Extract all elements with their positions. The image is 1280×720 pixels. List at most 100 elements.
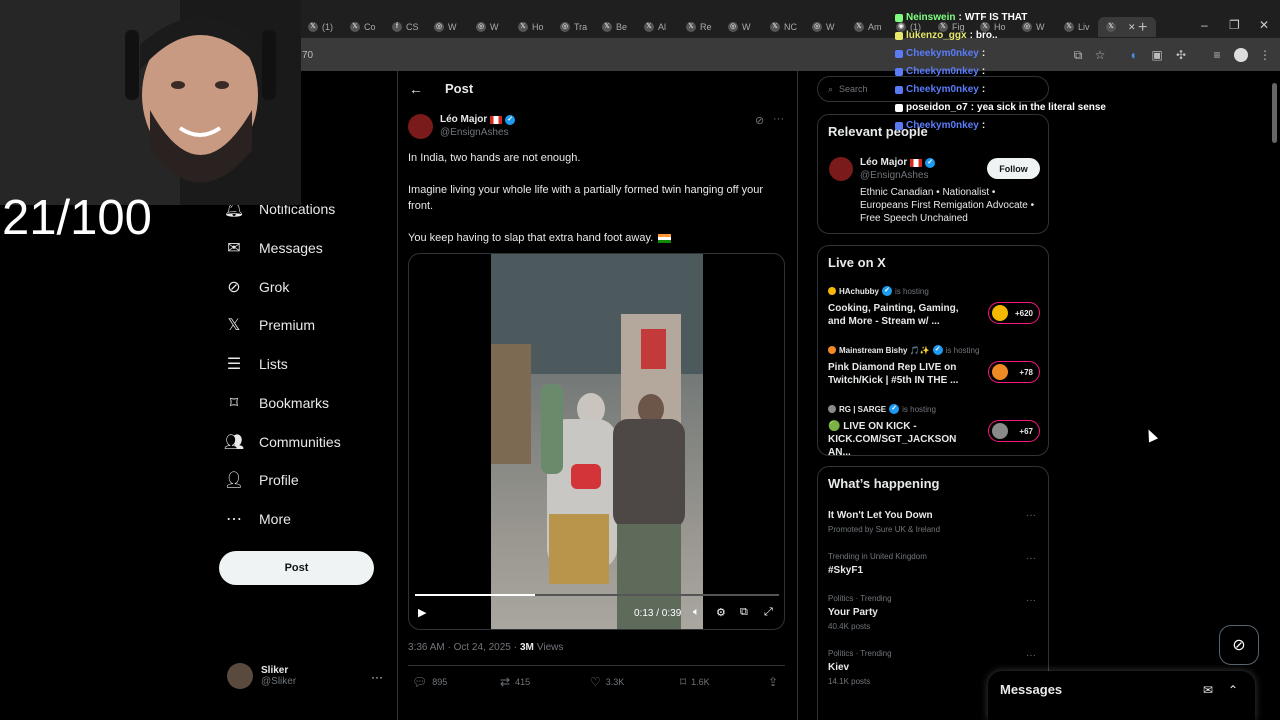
sidebar-item-premium[interactable]: 𝕏 Premium [225, 316, 315, 334]
account-more-icon[interactable]: ··· [371, 670, 383, 684]
trend-name[interactable]: #SkyF1 [828, 565, 863, 576]
x-logo-icon: 𝕏 [308, 22, 318, 32]
post-timestamp[interactable]: 3:36 AM · Oct 24, 2025 · [408, 642, 517, 653]
settings-gear-icon[interactable]: ⚙ [716, 606, 726, 619]
sidebar-item-more[interactable]: ⋯ More [225, 510, 291, 528]
tab-label: CS [406, 22, 419, 32]
sidebar-item-grok[interactable]: ⊘ Grok [225, 278, 289, 296]
live-title[interactable]: 🟢 LIVE ON KICK - KICK.COM/SGT_JACKSON AN… [828, 420, 978, 459]
live-host[interactable]: Mainstream Bishy 🎵✨ ✓ is hosting [828, 345, 979, 355]
more-icon[interactable]: ··· [773, 113, 784, 125]
trend-more-icon[interactable]: ··· [1026, 595, 1036, 606]
account-switcher[interactable]: Sliker @Sliker [227, 663, 296, 689]
sidebar-item-bookmarks[interactable]: ⌑ Bookmarks [225, 394, 329, 412]
puzzle-icon[interactable]: ✣ [1174, 48, 1188, 62]
live-title[interactable]: Pink Diamond Rep LIVE on Twitch/Kick | #… [828, 361, 978, 387]
live-title[interactable]: Cooking, Painting, Gaming, and More - St… [828, 302, 978, 328]
browser-tab[interactable]: 𝕏 Ho [510, 17, 552, 37]
sidebar-item-label: More [259, 511, 291, 527]
extension-icon[interactable]: ▣ [1150, 48, 1164, 62]
fullscreen-icon[interactable]: ⤢ [764, 606, 773, 619]
volume-icon[interactable]: 🔈︎ [693, 606, 700, 619]
sidebar-item-profile[interactable]: 👤︎ Profile [224, 471, 299, 489]
chevron-up-icon[interactable]: ⌃ [1228, 683, 1238, 697]
media-icon[interactable]: ≡ [1210, 48, 1224, 62]
person-handle[interactable]: @EnsignAshes [860, 170, 929, 181]
post-button[interactable]: Post [219, 551, 374, 585]
browser-tab[interactable]: 𝕏 Liv [1056, 17, 1098, 37]
follow-button[interactable]: Follow [987, 158, 1040, 179]
sidebar-item-label: Bookmarks [259, 395, 330, 411]
scrollbar-thumb[interactable] [1272, 83, 1277, 143]
sidebar-item-communities[interactable]: 👥︎ Communities [224, 433, 341, 451]
share-button[interactable]: ⇪ [768, 675, 778, 689]
trend-meta: 40.4K posts [828, 622, 871, 631]
chat-message: Cheekym0nkey: [895, 48, 988, 59]
sidebar-item-lists[interactable]: ☰ Lists [225, 355, 288, 373]
cast-icon[interactable]: ⧉ [1071, 48, 1085, 62]
chat-message: Cheekym0nkey: [895, 66, 988, 77]
trend-more-icon[interactable]: ··· [1026, 510, 1036, 521]
browser-menu-icon[interactable]: ⋮ [1258, 48, 1272, 62]
play-icon[interactable]: ▶ [418, 606, 426, 619]
trend-more-icon[interactable]: ··· [1026, 553, 1036, 564]
live-listeners-pill[interactable]: +78 [988, 361, 1040, 383]
page-scrollbar[interactable] [1270, 71, 1278, 720]
grok-icon[interactable]: ⊘ [755, 114, 764, 127]
browser-tab[interactable]: f CS [384, 17, 426, 37]
live-host[interactable]: RG | SARGE ✓ is hosting [828, 404, 936, 414]
address-text[interactable]: 70 [302, 50, 313, 61]
trend-more-icon[interactable]: ··· [1026, 650, 1036, 661]
chat-text: bro.. [975, 30, 998, 41]
browser-tab[interactable]: 𝕏 (1) [300, 17, 342, 37]
browser-tab[interactable]: 𝕏 Am [846, 17, 888, 37]
browser-tab[interactable]: 𝕏 Al [636, 17, 678, 37]
close-window-icon[interactable]: ✕ [1259, 18, 1269, 32]
browser-tab[interactable]: ◎ W [804, 17, 846, 37]
like-button[interactable]: ♡ 3.3K [590, 675, 624, 689]
browser-tab[interactable]: ◎ W [426, 17, 468, 37]
video-frame[interactable] [491, 254, 703, 629]
grok-floating-button[interactable]: ⊘ [1219, 625, 1259, 665]
post-meta: 3:36 AM · Oct 24, 2025 · 3M Views [408, 642, 563, 653]
avatar[interactable] [829, 157, 853, 181]
trend-name[interactable]: It Won't Let You Down [828, 510, 933, 521]
author-name[interactable]: Léo Major ✓ [440, 114, 516, 125]
live-host[interactable]: HAchubby ✓ is hosting [828, 286, 929, 296]
picture-in-picture-icon[interactable]: ⧉ [740, 606, 748, 619]
browser-tab[interactable]: 𝕏 Re [678, 17, 720, 37]
envelope-icon: ✉ [227, 240, 241, 257]
browser-tab[interactable]: 𝕏 Co [342, 17, 384, 37]
browser-tab[interactable]: 𝕏 NC [762, 17, 804, 37]
browser-tab[interactable]: 𝕏 Be [594, 17, 636, 37]
live-listeners-pill[interactable]: +67 [988, 420, 1040, 442]
browser-tab[interactable]: ◎ Tra [552, 17, 594, 37]
live-listeners-pill[interactable]: +620 [988, 302, 1040, 324]
repost-button[interactable]: ⇄ 415 [500, 675, 530, 689]
back-arrow-icon[interactable]: ← [409, 81, 423, 97]
restore-icon[interactable]: ❐ [1229, 18, 1240, 32]
bookmark-button[interactable]: ⌑ 1.6K [680, 675, 710, 689]
person-name[interactable]: Léo Major ✓ [860, 157, 936, 168]
extension-icon[interactable]: ◖ [1126, 48, 1140, 62]
author-name-text: Léo Major [440, 114, 488, 125]
minimize-icon[interactable]: – [1201, 18, 1208, 32]
profile-avatar-icon[interactable] [1234, 48, 1248, 62]
author-avatar[interactable] [408, 114, 433, 139]
close-tab-icon[interactable]: ✕ [1128, 22, 1136, 33]
bookmark-star-icon[interactable]: ☆ [1093, 48, 1107, 62]
browser-tab[interactable]: ◎ W [468, 17, 510, 37]
bookmark-icon: ⌑ [229, 395, 239, 412]
trend-name[interactable]: Your Party [828, 607, 878, 618]
video-player[interactable]: ▶ 0:13 / 0:39 🔈︎ ⚙ ⧉ ⤢ [408, 253, 785, 630]
reply-button[interactable]: 💬︎ 895 [412, 675, 447, 689]
new-message-icon[interactable]: ✉ [1203, 683, 1213, 697]
author-handle[interactable]: @EnsignAshes [440, 127, 509, 138]
video-progress-bar[interactable] [415, 594, 779, 596]
sidebar-item-messages[interactable]: ✉ Messages [225, 239, 323, 257]
trend-name[interactable]: Kiev [828, 662, 849, 673]
x-logo-icon: 𝕏 [770, 22, 780, 32]
new-tab-button[interactable]: + [1138, 19, 1147, 37]
messages-drawer[interactable]: Messages ✉ ⌃ [988, 671, 1255, 720]
browser-tab[interactable]: ◎ W [720, 17, 762, 37]
